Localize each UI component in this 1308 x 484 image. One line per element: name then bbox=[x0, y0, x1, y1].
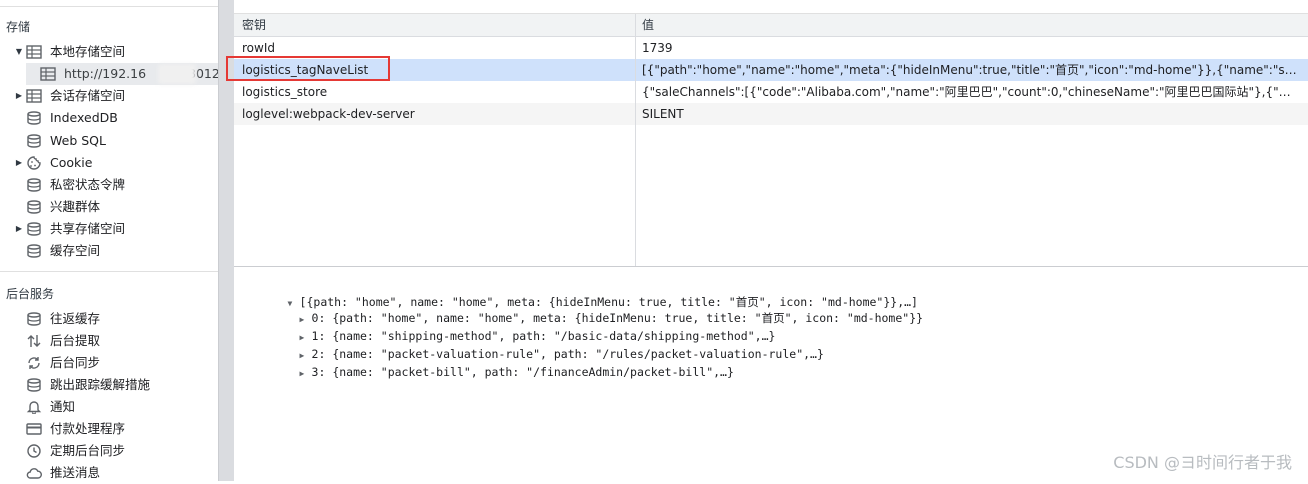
sidebar-item-bounce-tracking[interactable]: 跳出跟踪缓解措施 bbox=[0, 374, 218, 396]
database-icon bbox=[26, 312, 42, 326]
column-header-key[interactable]: 密钥 bbox=[234, 14, 635, 37]
redaction-mask bbox=[158, 64, 196, 84]
sidebar-item-label: 缓存空间 bbox=[50, 243, 101, 258]
background-section-title: 后台服务 bbox=[6, 287, 55, 301]
table-icon bbox=[26, 89, 42, 103]
cloud-icon bbox=[26, 466, 42, 480]
storage-section-title: 存储 bbox=[6, 20, 31, 34]
origin-url-label: http://192.16 bbox=[64, 66, 147, 81]
watermark: CSDN @ヨ时间行者于我 bbox=[1113, 453, 1292, 472]
sidebar-top-divider bbox=[0, 6, 218, 7]
sidebar-item-session-storage[interactable]: ▶ 会话存储空间 bbox=[0, 85, 218, 107]
database-icon bbox=[26, 222, 42, 236]
sidebar-item-background-fetch[interactable]: 后台提取 bbox=[0, 330, 218, 352]
sidebar-item-label: 会话存储空间 bbox=[50, 88, 126, 103]
expand-triangle-icon[interactable]: ▶ bbox=[14, 152, 24, 174]
card-icon bbox=[26, 422, 42, 436]
sidebar-item-label: 共享存储空间 bbox=[50, 221, 126, 236]
sidebar-item-indexeddb[interactable]: IndexedDB bbox=[0, 107, 218, 129]
row-key: logistics_store bbox=[242, 85, 328, 99]
column-header-value[interactable]: 值 bbox=[636, 14, 1308, 37]
sidebar-item-label: 通知 bbox=[50, 399, 76, 414]
row-value: 1739 bbox=[642, 41, 673, 55]
sidebar-item-background-sync[interactable]: 后台同步 bbox=[0, 352, 218, 374]
database-icon bbox=[26, 134, 42, 148]
column-header-value-label: 值 bbox=[642, 18, 655, 32]
sidebar-item-label: 兴趣群体 bbox=[50, 199, 101, 214]
sidebar-item-private-state-tokens[interactable]: 私密状态令牌 bbox=[0, 174, 218, 196]
row-value: SILENT bbox=[642, 107, 684, 121]
cookie-icon bbox=[26, 156, 42, 170]
sidebar-item-websql[interactable]: Web SQL bbox=[0, 130, 218, 152]
updown-arrows-icon bbox=[26, 334, 42, 348]
storage-table: 密钥 值 rowId 1739 logistics_tagNaveList [{… bbox=[234, 14, 1308, 267]
sidebar-item-label: 跳出跟踪缓解措施 bbox=[50, 377, 151, 392]
sidebar-item-label: 私密状态令牌 bbox=[50, 177, 126, 192]
row-value: [{"path":"home","name":"home","meta":{"h… bbox=[642, 63, 1297, 77]
preview-item-line[interactable]: ▶ 3: {name: "packet-bill", path: "/financ… bbox=[258, 345, 734, 379]
table-row-selected[interactable]: logistics_tagNaveList [{"path":"home","n… bbox=[234, 59, 1308, 81]
sidebar-item-label: 付款处理程序 bbox=[50, 421, 126, 436]
database-icon bbox=[26, 244, 42, 258]
storage-view: 密钥 值 rowId 1739 logistics_tagNaveList [{… bbox=[226, 0, 1308, 481]
sync-icon bbox=[26, 356, 42, 370]
table-icon bbox=[40, 67, 56, 81]
sidebar-item-bfcache[interactable]: 往返缓存 bbox=[0, 308, 218, 330]
expand-triangle-icon[interactable]: ▶ bbox=[14, 85, 24, 107]
preview-item-line[interactable]: ▶ 0: {path: "home", name: "home", meta: {… bbox=[258, 291, 924, 325]
expand-triangle-icon[interactable]: ▶ bbox=[300, 365, 312, 383]
sidebar-item-label: 往返缓存 bbox=[50, 311, 101, 326]
sidebar-item-local-storage[interactable]: ▼ 本地存储空间 bbox=[0, 41, 218, 63]
bell-icon bbox=[26, 400, 42, 414]
expand-triangle-icon[interactable]: ▼ bbox=[14, 41, 24, 63]
sidebar-item-notifications[interactable]: 通知 bbox=[0, 396, 218, 418]
sidebar-item-label: IndexedDB bbox=[50, 110, 118, 125]
highlight-annotation-box bbox=[226, 56, 390, 81]
sidebar: 存储 ▼ 本地存储空间 http://192.16 8012 ▶ 会话存储空间 … bbox=[0, 0, 220, 481]
row-key: loglevel:webpack-dev-server bbox=[242, 107, 415, 121]
table-row[interactable]: logistics_store {"saleChannels":[{"code"… bbox=[234, 81, 1308, 103]
sidebar-item-label: Cookie bbox=[50, 155, 93, 170]
preview-item-text: 3: {name: "packet-bill", path: "/finance… bbox=[311, 365, 734, 379]
database-icon bbox=[26, 378, 42, 392]
sidebar-item-label: 后台同步 bbox=[50, 355, 101, 370]
preview-item-line[interactable]: ▶ 2: {name: "packet-valuation-rule", path… bbox=[258, 327, 824, 361]
toolbar-strip bbox=[234, 0, 1308, 14]
sidebar-item-cache-storage[interactable]: 缓存空间 bbox=[0, 240, 218, 262]
database-icon bbox=[26, 178, 42, 192]
preview-item-line[interactable]: ▶ 1: {name: "shipping-method", path: "/ba… bbox=[258, 309, 776, 343]
sidebar-item-label: 本地存储空间 bbox=[50, 44, 126, 59]
column-header-key-label: 密钥 bbox=[242, 18, 267, 32]
table-row[interactable]: loglevel:webpack-dev-server SILENT bbox=[234, 103, 1308, 125]
sidebar-item-label: 后台提取 bbox=[50, 333, 101, 348]
expand-triangle-icon[interactable]: ▶ bbox=[14, 218, 24, 240]
database-icon bbox=[26, 111, 42, 125]
table-row[interactable]: rowId 1739 bbox=[234, 37, 1308, 59]
sidebar-item-cookie[interactable]: ▶ Cookie bbox=[0, 152, 218, 174]
database-icon bbox=[26, 200, 42, 214]
sidebar-item-label: Web SQL bbox=[50, 133, 106, 148]
sidebar-item-periodic-sync[interactable]: 定期后台同步 bbox=[0, 440, 218, 462]
section-divider bbox=[0, 271, 218, 272]
sidebar-item-payment-handler[interactable]: 付款处理程序 bbox=[0, 418, 218, 440]
column-divider[interactable] bbox=[635, 14, 636, 266]
sidebar-item-shared-storage[interactable]: ▶ 共享存储空间 bbox=[0, 218, 218, 240]
table-icon bbox=[26, 45, 42, 59]
sidebar-item-label: 定期后台同步 bbox=[50, 443, 126, 458]
row-value: {"saleChannels":[{"code":"Alibaba.com","… bbox=[642, 85, 1297, 99]
sidebar-item-interest-groups[interactable]: 兴趣群体 bbox=[0, 196, 218, 218]
clock-icon bbox=[26, 444, 42, 458]
